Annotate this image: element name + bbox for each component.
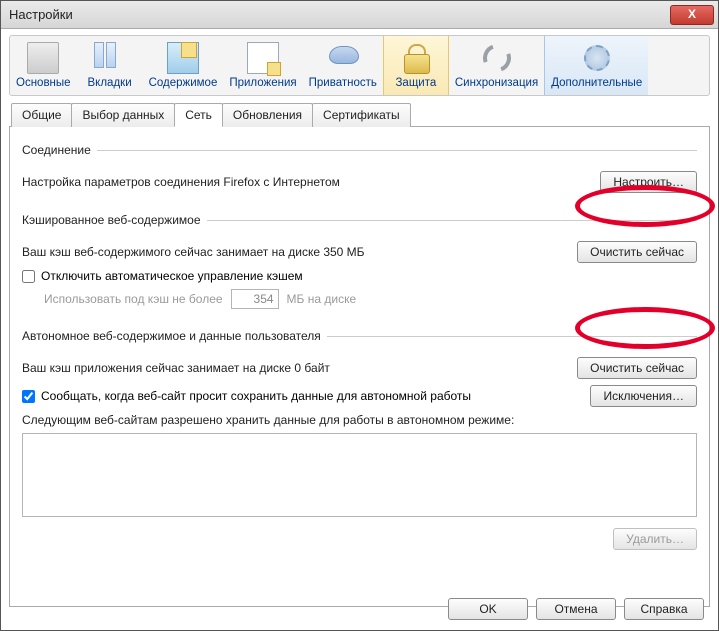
close-button[interactable]: X	[670, 5, 714, 25]
toolbar-item-label: Основные	[16, 77, 71, 89]
tab-updates[interactable]: Обновления	[222, 103, 313, 127]
offline-sites-label: Следующим веб-сайтам разрешено хранить д…	[22, 413, 697, 427]
offline-legend: Автономное веб-содержимое и данные польз…	[22, 329, 327, 343]
connection-settings-button[interactable]: Настроить…	[600, 171, 697, 193]
disable-auto-cache-checkbox[interactable]	[22, 270, 35, 283]
toolbar-item-privacy[interactable]: Приватность	[303, 36, 383, 95]
category-toolbar: Основные Вкладки Содержимое Приложения П…	[9, 35, 710, 96]
tabstrip: Общие Выбор данных Сеть Обновления Серти…	[9, 102, 710, 127]
content-icon	[167, 42, 199, 74]
network-panel: Соединение Настройка параметров соединен…	[9, 127, 710, 607]
toolbar-item-label: Защита	[390, 77, 442, 89]
disable-auto-cache-label[interactable]: Отключить автоматическое управление кэше…	[41, 269, 303, 283]
toolbar-item-sync[interactable]: Синхронизация	[449, 36, 544, 95]
connection-text: Настройка параметров соединения Firefox …	[22, 175, 592, 189]
tabs-icon	[94, 42, 126, 74]
toolbar-item-label: Дополнительные	[551, 77, 642, 89]
offline-sites-list[interactable]	[22, 433, 697, 517]
settings-window: Настройки X Основные Вкладки Содержимое …	[0, 0, 719, 631]
toolbar-item-label: Приложения	[229, 77, 296, 89]
toolbar-item-basic[interactable]: Основные	[10, 36, 77, 95]
toolbar-item-label: Содержимое	[149, 77, 218, 89]
cache-legend: Кэшированное веб-содержимое	[22, 213, 207, 227]
gear-icon	[581, 42, 613, 74]
clear-offline-button[interactable]: Очистить сейчас	[577, 357, 697, 379]
notify-offline-label[interactable]: Сообщать, когда веб-сайт просит сохранит…	[41, 389, 471, 403]
toolbar-item-label: Вкладки	[83, 77, 137, 89]
cancel-button[interactable]: Отмена	[536, 598, 616, 620]
exceptions-button[interactable]: Исключения…	[590, 385, 697, 407]
cache-usage-text: Ваш кэш веб-содержимого сейчас занимает …	[22, 245, 569, 259]
toolbar-item-label: Синхронизация	[455, 77, 538, 89]
help-button[interactable]: Справка	[624, 598, 704, 620]
toolbar-item-advanced[interactable]: Дополнительные	[544, 36, 648, 95]
titlebar: Настройки X	[1, 1, 718, 29]
offline-group: Автономное веб-содержимое и данные польз…	[22, 329, 697, 556]
monitor-icon	[27, 42, 59, 74]
apps-icon	[247, 42, 279, 74]
delete-site-button[interactable]: Удалить…	[613, 528, 697, 550]
toolbar-item-content[interactable]: Содержимое	[143, 36, 224, 95]
tab-network[interactable]: Сеть	[174, 103, 223, 127]
window-title: Настройки	[5, 7, 670, 22]
cache-limit-input[interactable]	[231, 289, 279, 309]
notify-offline-checkbox[interactable]	[22, 390, 35, 403]
ok-button[interactable]: OK	[448, 598, 528, 620]
toolbar-item-tabs[interactable]: Вкладки	[77, 36, 143, 95]
lock-icon	[400, 42, 432, 74]
toolbar-item-security[interactable]: Защита	[383, 36, 449, 95]
clear-cache-button[interactable]: Очистить сейчас	[577, 241, 697, 263]
connection-legend: Соединение	[22, 143, 97, 157]
offline-usage-text: Ваш кэш приложения сейчас занимает на ди…	[22, 361, 569, 375]
tab-data-choices[interactable]: Выбор данных	[71, 103, 175, 127]
tab-general[interactable]: Общие	[11, 103, 72, 127]
connection-group: Соединение Настройка параметров соединен…	[22, 143, 697, 199]
mask-icon	[327, 42, 359, 74]
tab-certificates[interactable]: Сертификаты	[312, 103, 411, 127]
cache-group: Кэшированное веб-содержимое Ваш кэш веб-…	[22, 213, 697, 315]
sync-icon	[481, 42, 513, 74]
cache-limit-label-before: Использовать под кэш не более	[44, 292, 223, 306]
window-body: Основные Вкладки Содержимое Приложения П…	[1, 29, 718, 615]
toolbar-item-apps[interactable]: Приложения	[223, 36, 302, 95]
cache-limit-label-after: МБ на диске	[287, 292, 357, 306]
dialog-button-bar: OK Отмена Справка	[448, 598, 704, 620]
toolbar-item-label: Приватность	[309, 77, 377, 89]
